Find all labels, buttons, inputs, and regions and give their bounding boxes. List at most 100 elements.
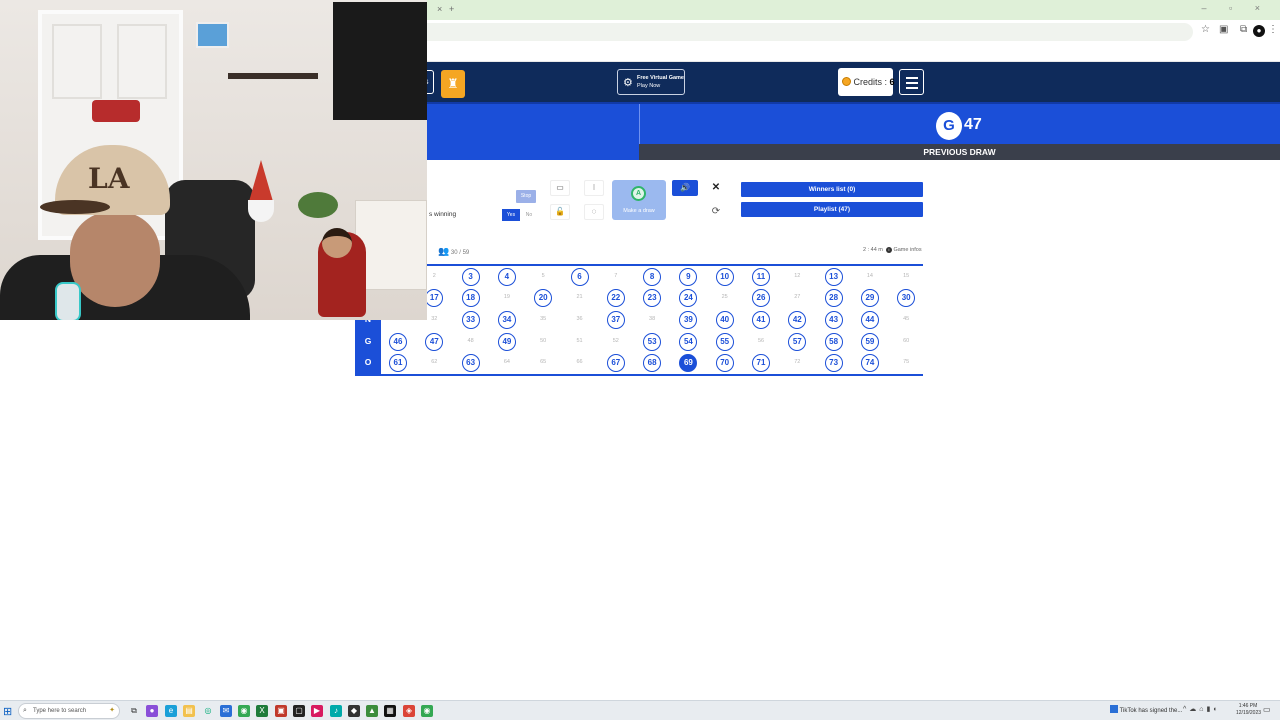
- search-icon: ⌕: [23, 707, 27, 714]
- board-number-66: 66: [576, 359, 583, 366]
- screen-icon[interactable]: ▭: [550, 180, 570, 196]
- star-icon[interactable]: ☆: [1201, 24, 1210, 35]
- refresh-icon[interactable]: ⟳: [708, 204, 724, 220]
- board-number-37: 37: [606, 311, 625, 329]
- app-icon-7[interactable]: ♪: [330, 705, 342, 717]
- taskbar-clock[interactable]: 1:46 PM 12/19/2023: [1236, 703, 1261, 717]
- board-number-63: 63: [461, 354, 480, 373]
- game-info-link[interactable]: Game infos: [893, 247, 921, 253]
- excel-icon[interactable]: X: [256, 705, 268, 717]
- app-icon-8[interactable]: ◆: [348, 705, 360, 717]
- board-number-4: 4: [497, 267, 516, 286]
- sound-icon[interactable]: 🔊: [672, 180, 698, 196]
- app-icon-1[interactable]: ●: [146, 705, 158, 717]
- no-toggle[interactable]: No: [520, 209, 538, 221]
- app-icon-5[interactable]: ▢: [293, 705, 305, 717]
- free-virtual-game-button[interactable]: ⚙ Free Virtual Game Play Now: [617, 69, 685, 95]
- board-number-23: 23: [643, 289, 662, 308]
- board-number-20: 20: [534, 289, 553, 308]
- credits-label: Credits :: [853, 77, 888, 87]
- window-controls[interactable]: – ▫ ×: [1202, 3, 1270, 13]
- board-number-12: 12: [794, 272, 801, 279]
- hamburger-menu-button[interactable]: [899, 69, 924, 95]
- windows-start-icon[interactable]: ⊞: [3, 705, 12, 718]
- screen: × + – ▫ × ☆ ▣ ⧉ ● ⋮ s ♜ ⚙ Free Virtual G…: [0, 0, 1280, 720]
- board-number-38: 38: [649, 316, 656, 322]
- board-number-30: 30: [897, 289, 916, 308]
- puzzle-icon[interactable]: ⧉: [1240, 24, 1247, 35]
- board-number-6: 6: [570, 267, 589, 286]
- notification-center-icon[interactable]: ▭: [1263, 705, 1271, 714]
- board-number-8: 8: [643, 267, 662, 286]
- board-number-19: 19: [503, 294, 510, 301]
- menu-dots-icon[interactable]: ⋮: [1268, 24, 1278, 35]
- webcam-overlay: LA: [0, 0, 427, 320]
- close-icon[interactable]: ✕: [709, 181, 723, 195]
- pause-icon[interactable]: ‖: [584, 180, 604, 196]
- edge-icon[interactable]: e: [165, 705, 177, 717]
- make-draw-button[interactable]: A Make a draw: [612, 180, 666, 220]
- playlist-button[interactable]: Playlist (47): [741, 202, 923, 217]
- taskbar-search-input[interactable]: ⌕ Type here to search ✦: [18, 703, 120, 719]
- make-draw-label: Make a draw: [623, 208, 655, 214]
- system-tray-icons[interactable]: ^☁⌂▮◐: [1183, 705, 1221, 713]
- new-tab-icon[interactable]: +: [449, 4, 454, 14]
- app-icon-2[interactable]: ◎: [202, 705, 214, 717]
- board-number-49: 49: [497, 332, 516, 351]
- board-number-39: 39: [679, 311, 698, 329]
- board-number-14: 14: [866, 272, 873, 279]
- board-number-53: 53: [643, 332, 662, 351]
- app-icon-10[interactable]: ▦: [384, 705, 396, 717]
- board-number-62: 62: [431, 359, 438, 366]
- board-number-32: 32: [431, 316, 438, 322]
- board-number-56: 56: [757, 337, 765, 344]
- file-explorer-icon[interactable]: ▤: [183, 705, 195, 717]
- board-number-15: 15: [903, 272, 910, 279]
- credits-value: 6: [889, 77, 895, 87]
- board-number-57: 57: [788, 332, 807, 351]
- app-icon-6[interactable]: ▶: [311, 705, 323, 717]
- board-number-52: 52: [612, 337, 619, 344]
- chrome-active-icon[interactable]: ◉: [421, 705, 433, 717]
- timer-value: 2 : 44 m: [863, 247, 883, 253]
- virtual-game-subtitle: Play Now: [637, 83, 661, 89]
- stop-button[interactable]: Stop: [516, 190, 536, 203]
- chrome-icon[interactable]: ◉: [238, 705, 250, 717]
- windows-taskbar: ⊞ ⌕ Type here to search ✦ ⧉ ● e ▤ ◎ ✉ ◉ …: [0, 700, 1280, 720]
- task-view-icon[interactable]: ⧉: [128, 705, 140, 717]
- players-count-value: 30 / 59: [450, 250, 470, 256]
- chat-icon[interactable]: ◌: [584, 204, 604, 220]
- extension-icon[interactable]: ▣: [1219, 24, 1228, 35]
- board-number-61: 61: [389, 354, 407, 373]
- info-icon[interactable]: i: [885, 247, 892, 253]
- board-number-67: 67: [606, 354, 625, 373]
- winners-list-button[interactable]: Winners list (0): [741, 182, 923, 197]
- tab-close-icon[interactable]: ×: [437, 4, 442, 14]
- board-number-35: 35: [540, 316, 547, 322]
- board-number-55: 55: [715, 332, 734, 351]
- train-icon[interactable]: ♜: [441, 70, 465, 98]
- board-number-72: 72: [794, 359, 801, 366]
- app-icon-4[interactable]: ▣: [275, 705, 287, 717]
- board-number-70: 70: [715, 354, 734, 373]
- notification-toast[interactable]: TikTok has signed the...: [1110, 705, 1182, 714]
- board-number-59: 59: [860, 332, 879, 351]
- board-number-21: 21: [576, 294, 583, 301]
- board-number-73: 73: [824, 354, 843, 373]
- board-number-64: 64: [503, 359, 510, 366]
- board-number-9: 9: [679, 267, 698, 286]
- app-icon-3[interactable]: ✉: [220, 705, 232, 717]
- bingo-board: BINGO 1234567891011121314151617181920212…: [355, 264, 923, 376]
- board-number-2: 2: [432, 272, 436, 279]
- draw-ball-icon: A: [631, 186, 646, 201]
- credits-display[interactable]: Credits : 6: [838, 68, 895, 96]
- yes-toggle[interactable]: Yes: [502, 209, 520, 221]
- notification-icon: [1110, 705, 1118, 713]
- board-number-43: 43: [824, 311, 843, 329]
- lock-icon[interactable]: 🔓: [550, 204, 570, 220]
- board-number-58: 58: [824, 332, 843, 351]
- app-icon-11[interactable]: ◈: [403, 705, 415, 717]
- board-number-33: 33: [461, 311, 480, 329]
- profile-icon[interactable]: ●: [1253, 25, 1265, 37]
- app-icon-9[interactable]: ▲: [366, 705, 378, 717]
